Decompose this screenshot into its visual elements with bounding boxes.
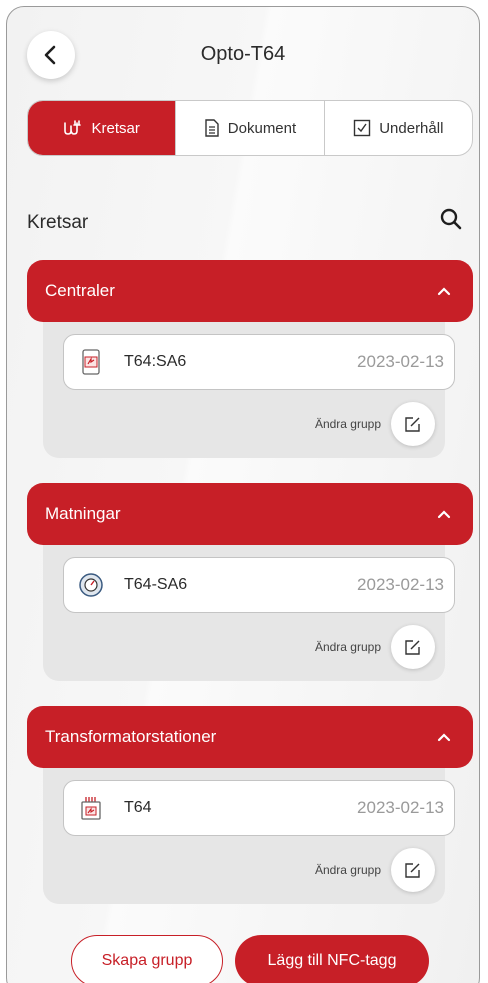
item-name: T64 bbox=[124, 799, 152, 816]
item-date: 2023-02-13 bbox=[357, 352, 444, 371]
edit-group-button[interactable] bbox=[391, 848, 435, 892]
group-title: Matningar bbox=[45, 504, 121, 523]
tab-kretsar[interactable]: Kretsar bbox=[28, 101, 176, 155]
document-icon bbox=[205, 119, 219, 137]
tab-bar: Kretsar Dokument Underhåll bbox=[27, 100, 473, 156]
group-header[interactable]: Matningar bbox=[27, 483, 473, 545]
create-group-button[interactable]: Skapa grupp bbox=[71, 935, 223, 983]
item-name: T64:SA6 bbox=[124, 353, 187, 370]
page-title: Opto-T64 bbox=[200, 43, 286, 65]
chevron-up-icon bbox=[437, 733, 451, 742]
group-body: T64-SA6 2023-02-13 Ändra grupp bbox=[43, 535, 455, 681]
tab-label: Kretsar bbox=[91, 119, 140, 137]
circuit-icon bbox=[64, 120, 82, 135]
item-name: T64-SA6 bbox=[124, 576, 188, 593]
group-title: Transformatorstationer bbox=[45, 727, 217, 746]
app-frame: Opto-T64 Kretsar Dokument Underhåll Kret… bbox=[6, 6, 480, 983]
tab-dokument[interactable]: Dokument bbox=[175, 101, 323, 155]
section-title: Kretsar bbox=[27, 212, 89, 233]
edit-group-label: Ändra grupp bbox=[314, 863, 381, 877]
item-date: 2023-02-13 bbox=[357, 575, 444, 594]
search-icon bbox=[440, 208, 462, 230]
meter-icon bbox=[79, 573, 103, 597]
edit-group-button[interactable] bbox=[391, 402, 435, 446]
edit-group-label: Ändra grupp bbox=[314, 417, 381, 431]
panel-icon bbox=[82, 349, 100, 375]
group-centraler: Centraler T64:SA6 2023-02-13 Ändra grupp bbox=[27, 260, 473, 458]
list-item[interactable]: T64:SA6 2023-02-13 bbox=[63, 334, 455, 390]
group-body: T64 2023-02-13 Ändra grupp bbox=[43, 758, 455, 904]
transformer-icon bbox=[81, 797, 101, 820]
list-item[interactable]: T64-SA6 2023-02-13 bbox=[63, 557, 455, 613]
group-body: T64:SA6 2023-02-13 Ändra grupp bbox=[43, 312, 455, 458]
add-nfc-tag-button[interactable]: Lägg till NFC-tagg bbox=[235, 935, 429, 983]
tab-label: Underhåll bbox=[379, 119, 444, 137]
edit-icon bbox=[405, 863, 420, 878]
checkbox-icon bbox=[354, 119, 371, 137]
group-header[interactable]: Transformatorstationer bbox=[27, 706, 473, 768]
chevron-up-icon bbox=[437, 287, 451, 296]
list-item[interactable]: T64 2023-02-13 bbox=[63, 780, 455, 836]
edit-group-button[interactable] bbox=[391, 625, 435, 669]
edit-icon bbox=[405, 640, 420, 655]
edit-icon bbox=[405, 417, 420, 432]
tab-underhall[interactable]: Underhåll bbox=[323, 101, 472, 155]
group-header[interactable]: Centraler bbox=[27, 260, 473, 322]
group-transformatorstationer: Transformatorstationer T64 2023-02-13 Än… bbox=[27, 706, 473, 904]
edit-group-label: Ändra grupp bbox=[314, 640, 381, 654]
search-button[interactable] bbox=[439, 207, 467, 235]
tab-label: Dokument bbox=[227, 119, 297, 137]
group-title: Centraler bbox=[45, 281, 115, 300]
group-matningar: Matningar T64-SA6 2023-02-13 Ändra grupp bbox=[27, 483, 473, 681]
item-date: 2023-02-13 bbox=[357, 798, 444, 817]
chevron-up-icon bbox=[437, 510, 451, 519]
